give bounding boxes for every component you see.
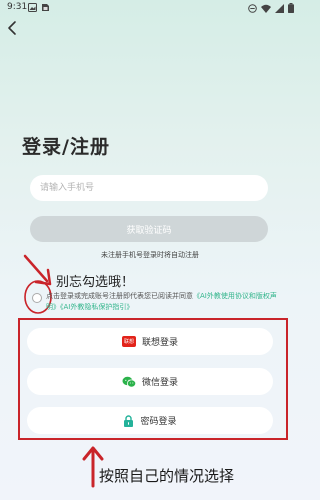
- lock-icon: [124, 414, 134, 427]
- reminder-annotation: 别忘勾选哦！: [56, 275, 135, 290]
- phone-number-input[interactable]: [30, 175, 268, 201]
- sim-card-icon: [42, 4, 49, 11]
- status-time: 9:31: [7, 2, 28, 12]
- wechat-icon: [122, 376, 136, 387]
- wechat-login-label: 微信登录: [141, 378, 178, 388]
- annotation-down-arrow: [23, 254, 52, 286]
- password-login-button[interactable]: 密码登录: [27, 407, 273, 434]
- get-code-button[interactable]: 获取验证码: [30, 216, 268, 242]
- battery-icon: [288, 3, 294, 13]
- auto-register-note: 未注册手机号登录时将自动注册: [101, 251, 199, 259]
- status-bar: 9:31: [0, 0, 300, 16]
- password-login-label: 密码登录: [140, 417, 177, 427]
- agreement-text: 点击登录或完成账号注册即代表您已阅读并同意《AI外教使用协议和版权声明》《AI外…: [46, 291, 282, 313]
- page-title: 登录/注册: [22, 136, 110, 158]
- gallery-icon: [28, 3, 37, 12]
- agreement-checkbox[interactable]: [32, 293, 42, 303]
- bottom-annotation: 按照自己的情况选择: [99, 467, 235, 485]
- back-arrow-icon[interactable]: [6, 20, 20, 36]
- status-left-icons: [28, 3, 50, 12]
- status-right-icons: [248, 3, 294, 13]
- agreement-prefix: 点击登录或完成账号注册即代表您已阅读并同意: [46, 292, 193, 300]
- lenovo-icon: 联想: [121, 336, 136, 347]
- wechat-login-button[interactable]: 微信登录: [27, 368, 273, 395]
- signal-icon: [275, 3, 284, 13]
- privacy-policy-link[interactable]: 《AI外教隐私保护指引》: [60, 303, 133, 311]
- lenovo-login-label: 联想登录: [141, 338, 178, 348]
- wifi-icon: [261, 4, 271, 13]
- lenovo-login-button[interactable]: 联想 联想登录: [27, 328, 273, 355]
- do-not-disturb-icon: [248, 3, 257, 13]
